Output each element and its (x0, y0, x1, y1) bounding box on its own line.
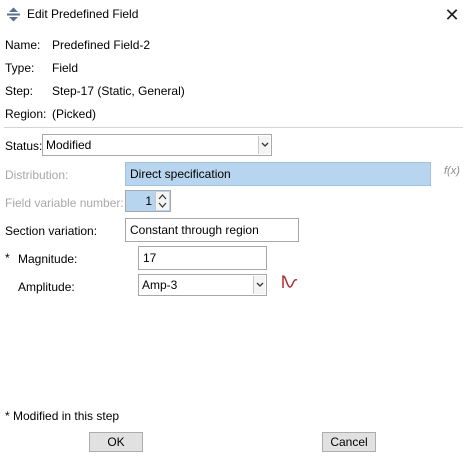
function-icon[interactable]: f(x) (444, 165, 460, 177)
amplitude-curve-icon[interactable] (281, 273, 299, 291)
predefined-field-icon (6, 7, 21, 22)
magnitude-value: 17 (143, 251, 157, 265)
ok-button[interactable]: OK (89, 432, 143, 452)
section-variation-field[interactable]: Constant through region (125, 218, 299, 242)
region-value: (Picked) (52, 107, 97, 121)
field-variable-value: 1 (145, 194, 152, 208)
modified-note: * Modified in this step (5, 409, 120, 423)
status-label: Status: (5, 139, 43, 153)
distribution-value: Direct specification (130, 167, 231, 181)
magnitude-input[interactable]: 17 (138, 246, 267, 270)
title-bar[interactable]: Edit Predefined Field ✕ (0, 0, 469, 30)
spinner-buttons[interactable] (155, 192, 169, 210)
close-icon[interactable]: ✕ (441, 4, 463, 26)
chevron-down-icon[interactable] (258, 136, 270, 154)
type-value: Field (52, 61, 79, 75)
separator (4, 127, 463, 128)
magnitude-label: Magnitude: (18, 252, 78, 266)
name-label: Name: (5, 38, 41, 52)
edit-predefined-field-dialog: Edit Predefined Field ✕ Name: Predefined… (0, 0, 469, 458)
section-variation-value: Constant through region (130, 223, 259, 237)
amplitude-dropdown[interactable]: Amp-3 (138, 274, 267, 296)
section-variation-label: Section variation: (5, 224, 98, 238)
distribution-label: Distribution: (5, 168, 69, 182)
region-label: Region: (5, 107, 47, 121)
chevron-down-icon[interactable] (253, 276, 265, 294)
distribution-field[interactable]: Direct specification (125, 162, 431, 186)
field-variable-label: Field variable number: (5, 196, 124, 210)
step-label: Step: (5, 84, 34, 98)
window-title: Edit Predefined Field (27, 7, 139, 21)
status-value: Modified (46, 138, 92, 152)
amplitude-label: Amplitude: (18, 280, 75, 294)
chevron-down-icon[interactable] (158, 201, 167, 209)
modified-marker: * (5, 251, 10, 265)
type-label: Type: (5, 61, 35, 75)
name-value: Predefined Field-2 (52, 38, 151, 52)
step-value: Step-17 (Static, General) (52, 84, 185, 98)
chevron-up-icon[interactable] (158, 193, 167, 201)
status-dropdown[interactable]: Modified (42, 134, 272, 156)
amplitude-value: Amp-3 (142, 278, 178, 292)
cancel-button[interactable]: Cancel (322, 432, 376, 452)
field-variable-spinner[interactable]: 1 (125, 190, 171, 212)
